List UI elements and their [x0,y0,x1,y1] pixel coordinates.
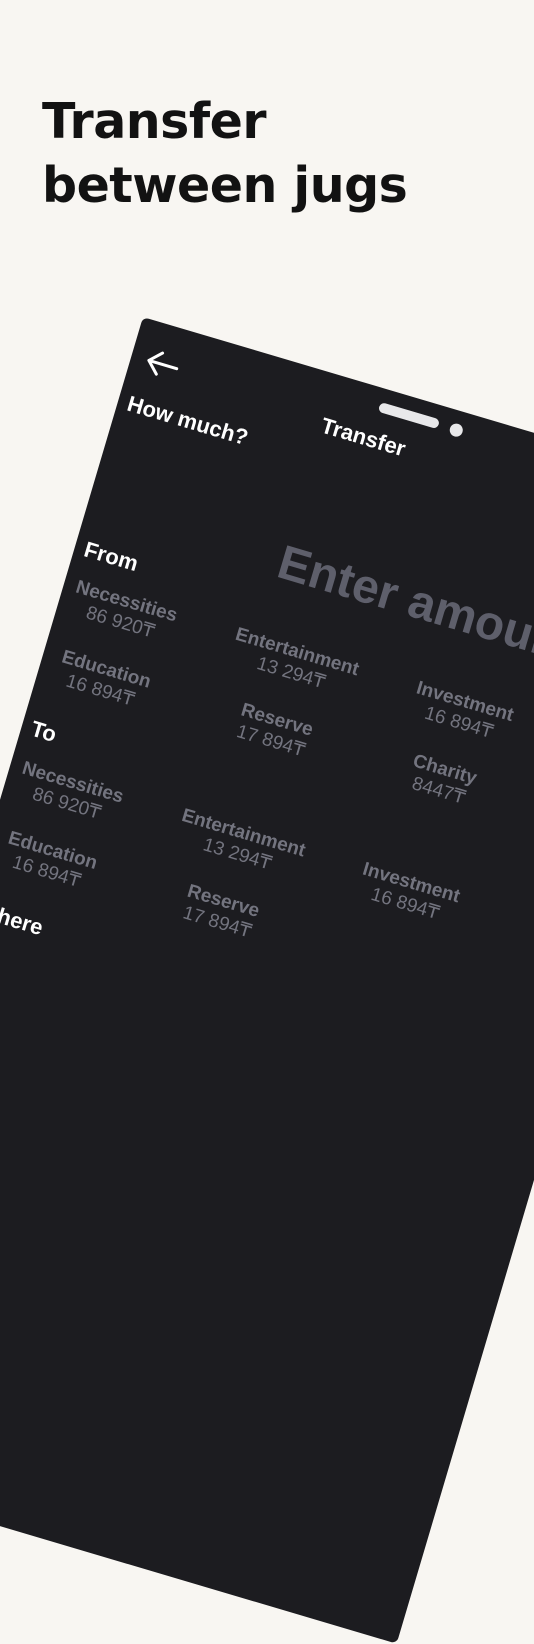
headline: Transfer between jugs [42,93,408,214]
from-jug-charity[interactable]: Charity 8447₸ [359,737,525,825]
camera-notch-pill [377,401,441,430]
how-much-label: How much? [124,390,252,451]
screen-title: Transfer [318,412,409,462]
to-jug-education[interactable]: Education 16 894₸ [0,818,132,906]
from-jug-investment[interactable]: Investment 16 894₸ [379,669,534,757]
phone-screen: Transfer How much? Enter amount From Nec… [0,317,534,1644]
from-jug-reserve[interactable]: Reserve 17 894₸ [191,687,357,775]
back-arrow-icon[interactable] [141,346,183,383]
from-jug-necessities[interactable]: Necessities 86 920₸ [40,569,206,657]
to-jug-necessities[interactable]: Necessities 86 920₸ [0,750,153,838]
where-label: Where [0,897,47,941]
to-jug-investment[interactable]: Investment 16 894₸ [325,850,491,938]
to-label: To [28,715,60,747]
camera-notch-dot [448,422,465,439]
from-jug-education[interactable]: Education 16 894₸ [20,637,186,725]
from-jug-entertainment[interactable]: Entertainment 13 294₸ [211,619,377,707]
to-jug-entertainment[interactable]: Entertainment 13 294₸ [157,801,323,889]
from-label: From [81,536,142,577]
to-jug-reserve[interactable]: Reserve 17 894₸ [137,869,303,957]
